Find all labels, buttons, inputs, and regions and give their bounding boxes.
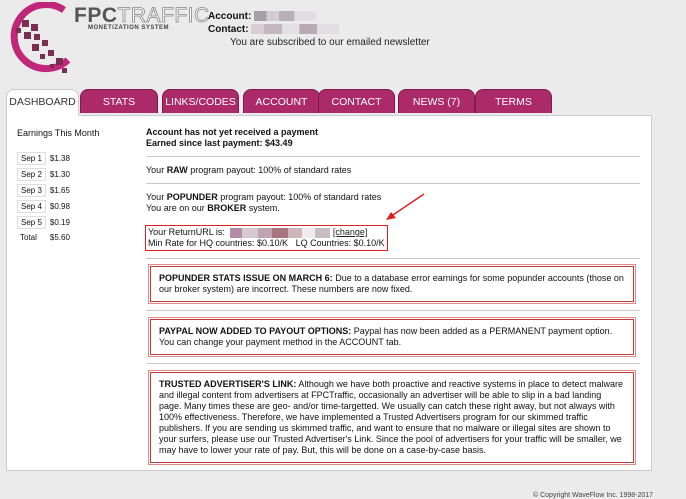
copyright-footer: © Copyright WaveFlow Inc. 1998-2017	[533, 492, 654, 499]
redacted-account	[254, 11, 317, 22]
logo-subtitle: MONETIZATION SYSTEM	[88, 25, 170, 31]
divider	[146, 183, 640, 184]
account-info: Account: Contact:	[208, 10, 340, 36]
earnings-value: $1.65	[49, 186, 70, 195]
payment-status: Account has not yet received a payment	[146, 127, 319, 137]
earnings-value: $0.19	[49, 218, 70, 227]
newsletter-status: You are subscribed to our emailed newsle…	[230, 37, 430, 48]
notice-title: POPUNDER STATS ISSUE ON MARCH 6:	[159, 273, 333, 283]
notice-trusted-advertiser: TRUSTED ADVERTISER'S LINK: Although we h…	[150, 372, 634, 463]
divider	[146, 156, 640, 157]
redacted-contact	[251, 24, 340, 35]
earnings-value: $1.38	[49, 154, 70, 163]
redacted-return-url	[230, 227, 331, 238]
raw-payout: Your RAW program payout: 100% of standar…	[146, 165, 352, 175]
tab-stats[interactable]: STATS	[80, 89, 158, 113]
notice-title: PAYPAL NOW ADDED TO PAYOUT OPTIONS:	[159, 326, 352, 336]
earnings-title: Earnings This Month	[17, 128, 100, 138]
notice-body: Although we have both proactive and reac…	[159, 379, 623, 455]
contact-label: Contact:	[208, 24, 249, 35]
notice-title: TRUSTED ADVERTISER'S LINK:	[159, 379, 297, 389]
return-url-label: Your ReturnURL is:	[148, 227, 225, 237]
earnings-day: Sep 5	[17, 216, 46, 229]
annotation-arrow-icon	[386, 193, 425, 220]
earnings-total-label: Total	[20, 233, 37, 242]
earnings-day: Sep 1	[17, 152, 46, 165]
divider	[146, 310, 640, 311]
tab-news[interactable]: NEWS (7)	[398, 89, 475, 113]
dashboard-panel: Earnings This Month Sep 1 $1.38 Sep 2 $1.3…	[6, 115, 652, 471]
table-row: Total $5.60	[17, 232, 73, 243]
earnings-day: Sep 2	[17, 168, 46, 181]
tab-links-codes[interactable]: LINKS/CODES	[162, 89, 239, 113]
tab-dashboard[interactable]: DASHBOARD	[6, 89, 79, 116]
tab-contact[interactable]: CONTACT	[318, 89, 395, 113]
earned-since-payment: Earned since last payment: $43.49	[146, 138, 293, 148]
table-row: Sep 4 $0.98	[17, 200, 73, 213]
earnings-value: $1.30	[49, 170, 70, 179]
notice-popunder-stats: POPUNDER STATS ISSUE ON MARCH 6: Due to …	[150, 266, 634, 302]
table-row: Sep 2 $1.30	[17, 168, 73, 181]
earnings-table: Sep 1 $1.38 Sep 2 $1.30 Sep 3 $1.65 Sep 4 $0…	[17, 149, 73, 246]
table-row: Sep 3 $1.65	[17, 184, 73, 197]
earnings-value: $0.98	[49, 202, 70, 211]
earnings-total-value: $5.60	[49, 233, 70, 242]
change-return-url-link[interactable]: [change]	[333, 227, 368, 237]
min-rate: Min Rate for HQ countries: $0.10/K LQ Co…	[148, 238, 385, 248]
divider	[146, 363, 640, 364]
dashboard-content: Account has not yet received a payment E…	[145, 127, 640, 463]
divider	[146, 258, 640, 259]
account-label: Account:	[208, 11, 252, 22]
earnings-day: Sep 3	[17, 184, 46, 197]
earnings-day: Sep 4	[17, 200, 46, 213]
table-row: Sep 1 $1.38	[17, 152, 73, 165]
tab-account[interactable]: ACCOUNT	[243, 89, 320, 113]
return-url-box: Your ReturnURL is: [change] Min Rate for…	[145, 225, 388, 251]
table-row: Sep 5 $0.19	[17, 216, 73, 229]
logo[interactable]: FPCTRAFFIC MONETIZATION SYSTEM	[2, 1, 210, 82]
notice-paypal: PAYPAL NOW ADDED TO PAYOUT OPTIONS: Payp…	[150, 319, 634, 355]
tab-terms[interactable]: TERMS	[475, 89, 552, 113]
logo-mark-icon	[10, 1, 71, 73]
